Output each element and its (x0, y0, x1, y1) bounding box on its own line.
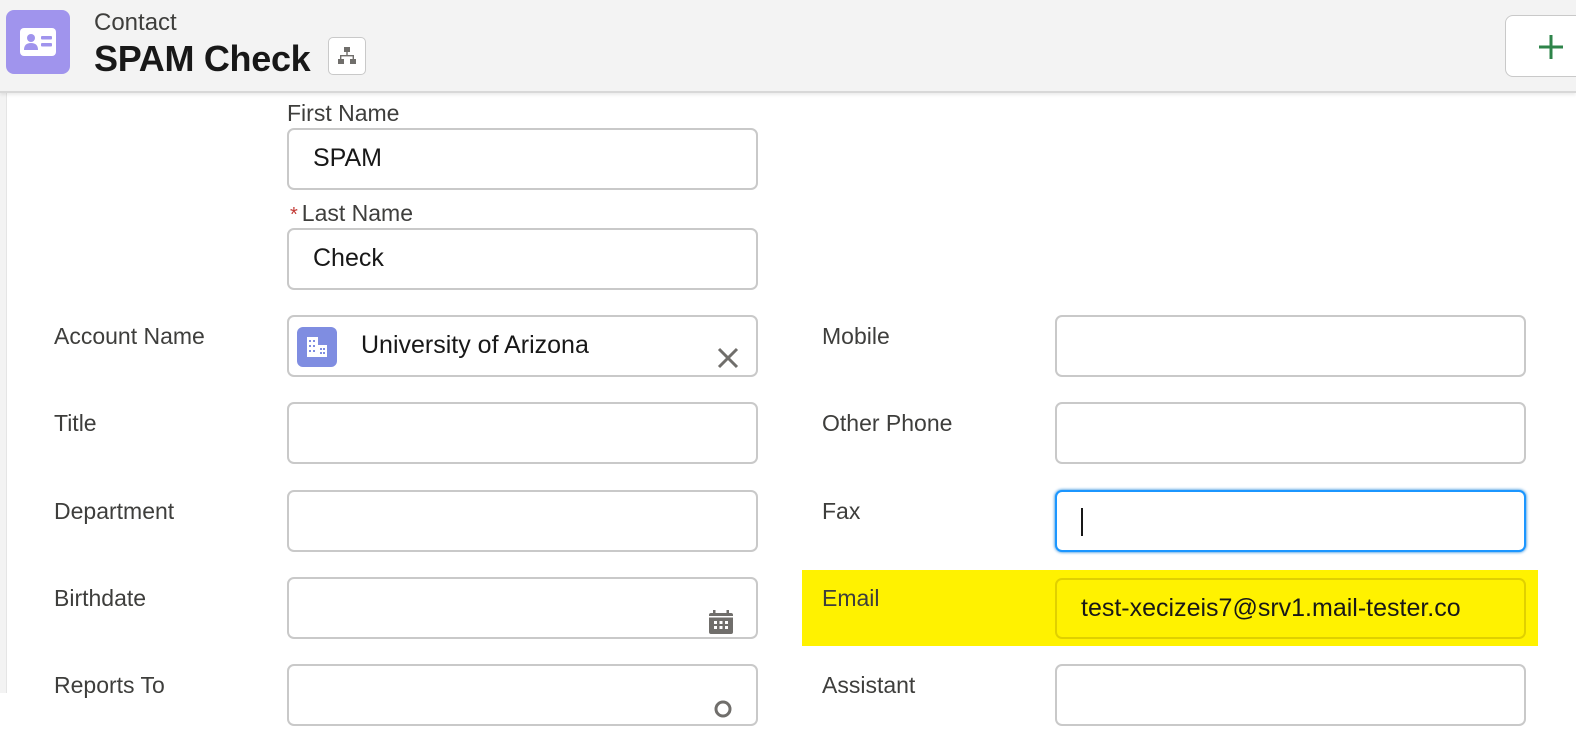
email-value: test-xecizeis7@srv1.mail-tester.co (1081, 594, 1461, 622)
calendar-icon[interactable] (708, 599, 734, 655)
first-name-label: First Name (287, 100, 400, 126)
account-name-lookup[interactable]: University of Arizona (287, 315, 758, 377)
reports-to-input[interactable] (287, 664, 758, 726)
add-button[interactable] (1505, 15, 1576, 77)
title-input[interactable] (287, 402, 758, 464)
close-icon[interactable] (716, 334, 740, 390)
last-name-input[interactable]: Check (287, 228, 758, 290)
other-phone-label: Other Phone (822, 410, 953, 436)
department-input[interactable] (287, 490, 758, 552)
fax-label: Fax (822, 498, 861, 524)
first-name-input[interactable]: SPAM (287, 128, 758, 190)
contact-card-icon (6, 10, 70, 74)
last-name-label-wrap: * Last Name (290, 200, 413, 227)
view-hierarchy-button[interactable] (328, 37, 366, 75)
last-name-label: Last Name (301, 200, 414, 226)
email-label: Email (822, 585, 880, 611)
assistant-input[interactable] (1055, 664, 1526, 726)
fax-input[interactable] (1055, 490, 1526, 552)
department-label: Department (54, 498, 175, 524)
email-input[interactable]: test-xecizeis7@srv1.mail-tester.co (1055, 578, 1526, 639)
mobile-input[interactable] (1055, 315, 1526, 377)
account-building-icon (297, 327, 337, 367)
hierarchy-icon (338, 47, 356, 64)
birthdate-input[interactable] (287, 577, 758, 639)
reports-to-label: Reports To (54, 672, 165, 698)
birthdate-label: Birthdate (54, 585, 147, 611)
required-marker: * (290, 204, 298, 226)
search-icon (714, 686, 736, 742)
other-phone-input[interactable] (1055, 402, 1526, 464)
assistant-label: Assistant (822, 672, 916, 698)
account-name-label: Account Name (54, 323, 205, 349)
plus-icon (1539, 35, 1563, 59)
first-name-value: SPAM (313, 144, 382, 172)
account-name-value: University of Arizona (361, 331, 589, 359)
record-header: Contact SPAM Check (0, 0, 1576, 93)
last-name-value: Check (313, 244, 384, 272)
text-cursor (1081, 508, 1083, 536)
object-type-label: Contact (94, 9, 177, 36)
panel-edge (0, 93, 7, 693)
record-title: SPAM Check (94, 38, 311, 79)
title-label: Title (54, 410, 97, 436)
mobile-label: Mobile (822, 323, 890, 349)
